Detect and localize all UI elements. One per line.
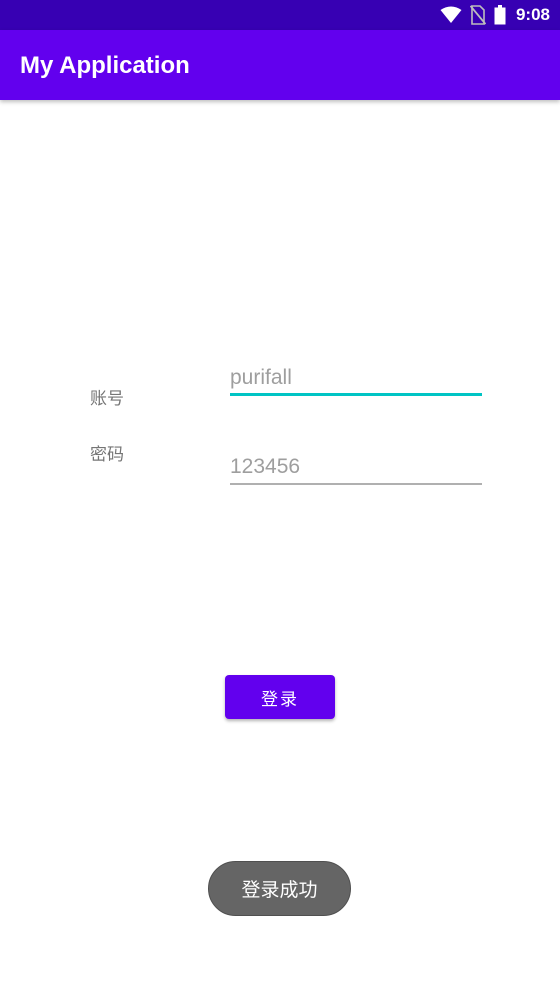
username-label: 账号 [90, 389, 124, 409]
toast-message: 登录成功 [208, 861, 351, 916]
status-bar: 9:08 [0, 0, 560, 30]
username-input[interactable] [230, 362, 482, 396]
password-label: 密码 [90, 445, 124, 465]
wifi-icon [440, 6, 462, 23]
no-sim-icon [469, 5, 486, 25]
status-time: 9:08 [515, 5, 550, 24]
password-input[interactable] [230, 451, 482, 485]
battery-icon [494, 5, 506, 25]
status-icons: 9:08 [440, 0, 550, 30]
app-screen: 9:08 My Application 账号 密码 登录 登录成功 [0, 0, 560, 996]
app-bar: My Application [0, 30, 560, 100]
app-title: My Application [20, 52, 190, 79]
login-button[interactable]: 登录 [225, 675, 335, 719]
